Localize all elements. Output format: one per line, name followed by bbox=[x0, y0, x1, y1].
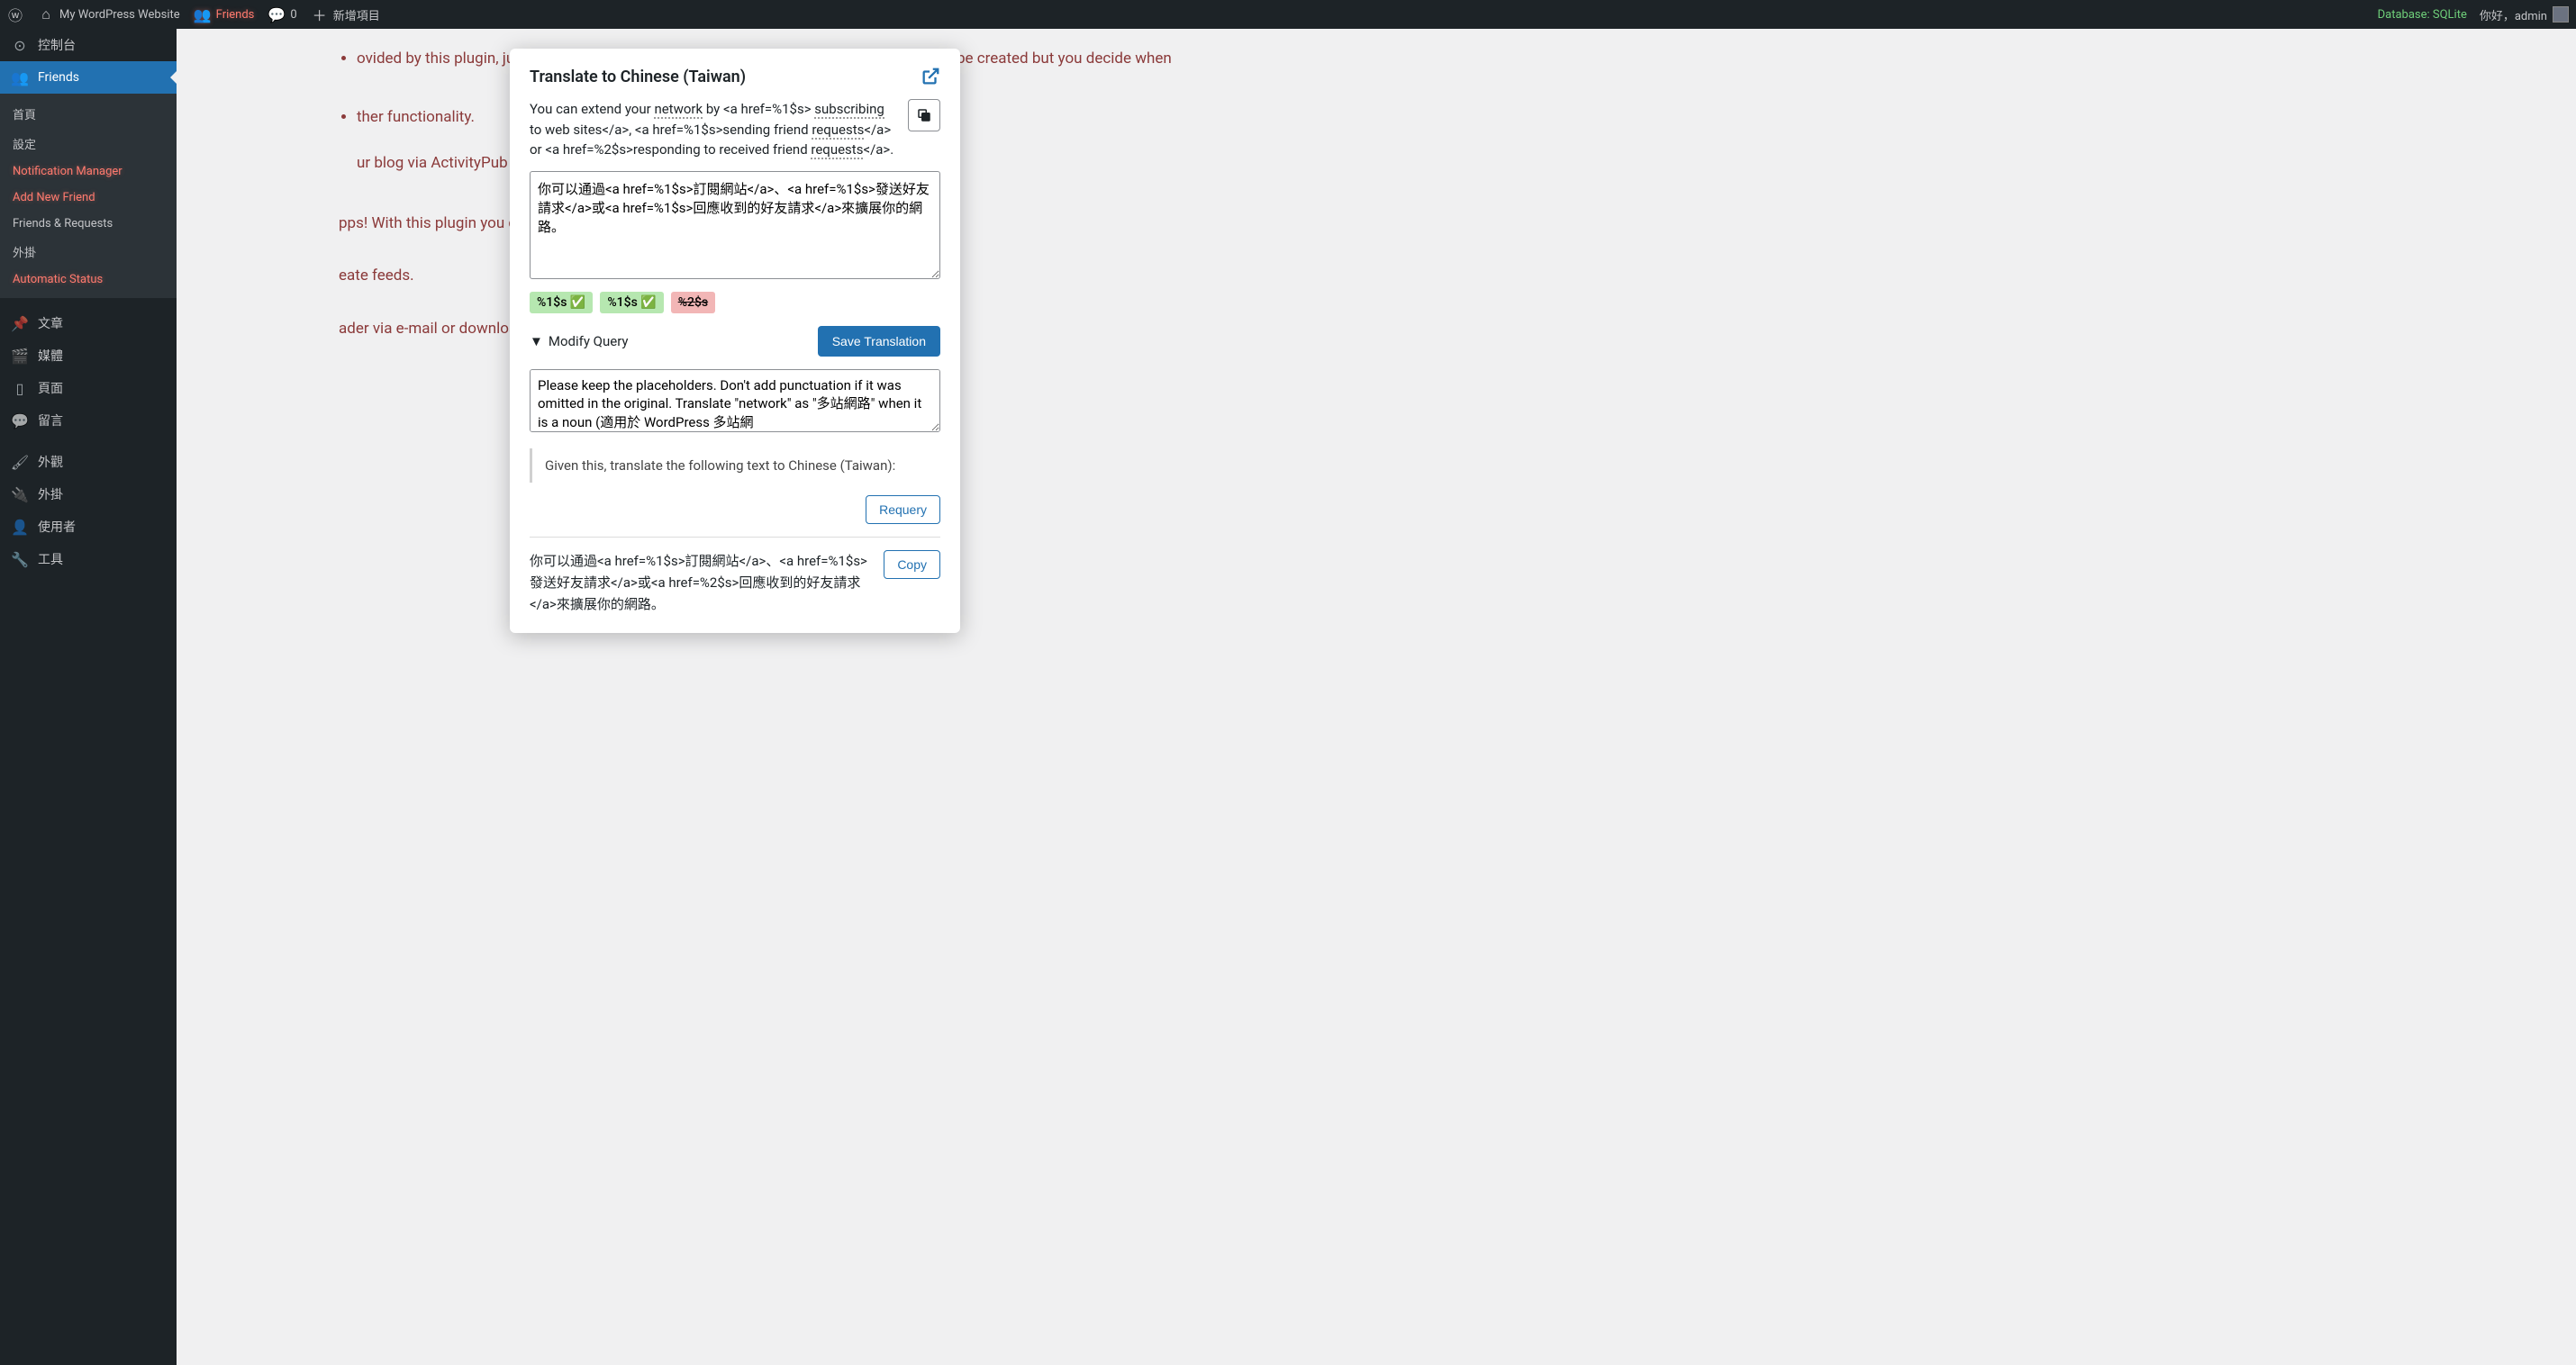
menu-plugins[interactable]: 🔌 外掛 bbox=[0, 478, 177, 511]
comments-count: 0 bbox=[290, 8, 296, 22]
comment-icon: 💬 bbox=[268, 6, 285, 23]
friends-label: Friends bbox=[216, 8, 255, 22]
main-content: ovided by this plugin, just without outs… bbox=[177, 0, 2576, 360]
menu-tools[interactable]: 🔧 工具 bbox=[0, 543, 177, 575]
menu-label: 文章 bbox=[38, 314, 63, 332]
save-translation-button[interactable]: Save Translation bbox=[818, 326, 940, 357]
user-greeting[interactable]: 你好，admin bbox=[2480, 6, 2569, 23]
sub-automatic-status[interactable]: Automatic Status bbox=[0, 267, 177, 293]
menu-label: Friends bbox=[38, 70, 79, 85]
site-title: My WordPress Website bbox=[59, 8, 180, 22]
source-text: You can extend your network by <a href=%… bbox=[530, 99, 899, 160]
open-external-icon[interactable] bbox=[921, 67, 940, 86]
copy-source-button[interactable] bbox=[908, 99, 940, 131]
result-text: 你可以通過<a href=%1$s>訂閱網站</a>、<a href=%1$s>… bbox=[530, 550, 873, 615]
text: ther functionality. bbox=[357, 108, 475, 126]
wp-logo[interactable]: ⓦ bbox=[7, 6, 23, 23]
greeting-text: 你好，admin bbox=[2480, 6, 2547, 23]
text: will be created but you decide when bbox=[926, 50, 1171, 68]
requery-button[interactable]: Requery bbox=[866, 495, 940, 524]
sub-plugins[interactable]: 外掛 bbox=[0, 237, 177, 267]
add-new-label: 新增項目 bbox=[333, 6, 380, 23]
placeholder-chip: %2$s bbox=[671, 292, 715, 313]
sub-friends-requests[interactable]: Friends & Requests bbox=[0, 211, 177, 237]
plugin-icon: 🔌 bbox=[11, 485, 29, 503]
menu-label: 外觀 bbox=[38, 453, 63, 471]
menu-dashboard[interactable]: ⊙ 控制台 bbox=[0, 29, 177, 61]
media-icon: 🎬 bbox=[11, 347, 29, 365]
add-new-link[interactable]: ＋ 新增項目 bbox=[312, 6, 380, 23]
menu-pages[interactable]: ▯ 頁面 bbox=[0, 372, 177, 404]
placeholder-chip: %1$s ✅ bbox=[600, 292, 663, 313]
tools-icon: 🔧 bbox=[11, 550, 29, 568]
modify-query-toggle[interactable]: ▼ Modify Query bbox=[530, 333, 629, 349]
plus-icon: ＋ bbox=[312, 6, 328, 23]
sub-add-new-friend[interactable]: Add New Friend bbox=[0, 185, 177, 211]
placeholder-row: %1$s ✅ %1$s ✅ %2$s bbox=[530, 292, 940, 313]
dashboard-icon: ⊙ bbox=[11, 36, 29, 54]
sub-home[interactable]: 首頁 bbox=[0, 99, 177, 129]
friends-icon: 👥 bbox=[11, 68, 29, 86]
comments-link[interactable]: 💬0 bbox=[268, 6, 296, 23]
menu-posts[interactable]: 📌 文章 bbox=[0, 307, 177, 339]
comment-icon: 💬 bbox=[11, 411, 29, 429]
sub-notification-manager[interactable]: Notification Manager bbox=[0, 158, 177, 185]
friends-link[interactable]: 👥 Friends bbox=[195, 6, 255, 23]
menu-label: 外掛 bbox=[38, 485, 63, 503]
avatar bbox=[2553, 6, 2569, 23]
friends-submenu: 首頁 設定 Notification Manager Add New Frien… bbox=[0, 94, 177, 298]
menu-label: 控制台 bbox=[38, 36, 76, 54]
menu-media[interactable]: 🎬 媒體 bbox=[0, 339, 177, 372]
admin-bar: ⓦ ⌂My WordPress Website 👥Friends 💬0 ＋新增項… bbox=[0, 0, 2576, 29]
sub-settings[interactable]: 設定 bbox=[0, 129, 177, 158]
menu-comments[interactable]: 💬 留言 bbox=[0, 404, 177, 437]
brush-icon: 🖌 bbox=[11, 453, 29, 471]
menu-label: 媒體 bbox=[38, 347, 63, 365]
friends-icon: 👥 bbox=[195, 6, 211, 23]
menu-label: 使用者 bbox=[38, 518, 76, 536]
database-indicator[interactable]: Database: SQLite bbox=[2378, 8, 2467, 22]
page-icon: ▯ bbox=[11, 379, 29, 397]
translation-textarea[interactable] bbox=[530, 171, 940, 279]
home-icon: ⌂ bbox=[38, 6, 54, 23]
site-link[interactable]: ⌂ My WordPress Website bbox=[38, 6, 180, 23]
pin-icon: 📌 bbox=[11, 314, 29, 332]
user-icon: 👤 bbox=[11, 518, 29, 536]
menu-label: 留言 bbox=[38, 411, 63, 429]
modify-query-label: Modify Query bbox=[549, 333, 629, 349]
translate-modal: Translate to Chinese (Taiwan) You can ex… bbox=[510, 49, 960, 633]
menu-users[interactable]: 👤 使用者 bbox=[0, 511, 177, 543]
menu-label: 工具 bbox=[38, 550, 63, 568]
placeholder-chip: %1$s ✅ bbox=[530, 292, 593, 313]
admin-sidebar: ⊙ 控制台 👥 Friends 首頁 設定 Notification Manager… bbox=[0, 29, 177, 1365]
chevron-down-icon: ▼ bbox=[530, 333, 543, 349]
modal-title: Translate to Chinese (Taiwan) bbox=[530, 68, 746, 86]
menu-label: 頁面 bbox=[38, 379, 63, 397]
copy-result-button[interactable]: Copy bbox=[884, 550, 940, 579]
menu-friends[interactable]: 👥 Friends bbox=[0, 61, 177, 94]
query-note: Given this, translate the following text… bbox=[530, 448, 940, 483]
menu-appearance[interactable]: 🖌 外觀 bbox=[0, 446, 177, 478]
query-textarea[interactable] bbox=[530, 369, 940, 432]
